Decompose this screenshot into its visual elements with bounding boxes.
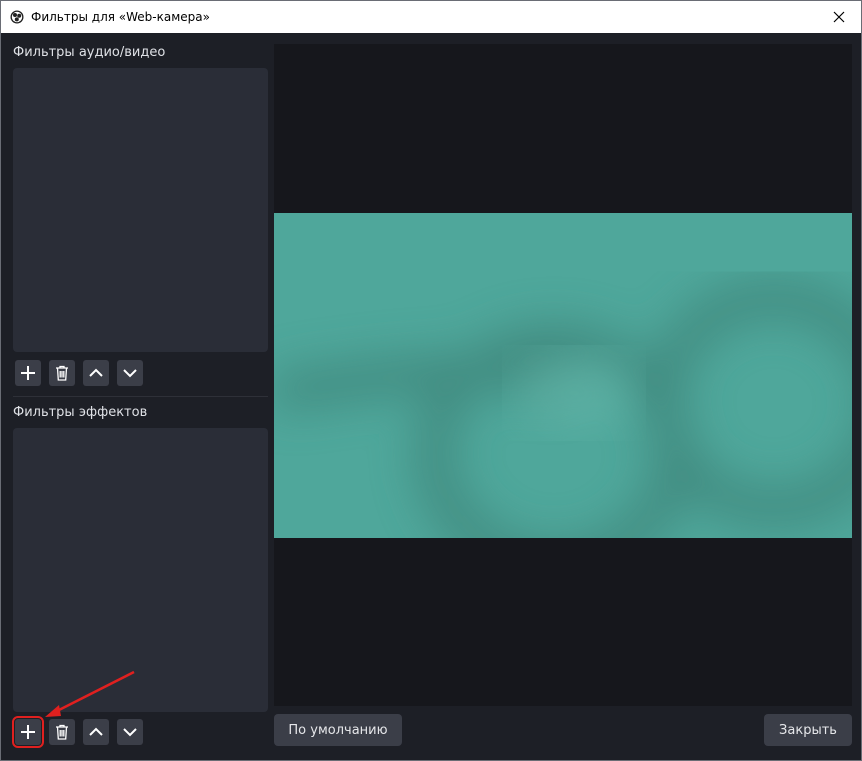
filters-dialog: Фильтры для «Web-камера» Фильтры аудио/в… [0, 0, 862, 761]
effect-filters-label: Фильтры эффектов [13, 405, 148, 420]
remove-audio-video-filter-button[interactable] [49, 360, 75, 386]
trash-icon [56, 724, 68, 740]
section-divider [13, 396, 268, 397]
chevron-up-icon [89, 368, 103, 377]
add-effect-filter-button[interactable] [12, 716, 44, 748]
move-up-effect-filter-button[interactable] [83, 719, 109, 745]
window-title: Фильтры для «Web-камера» [31, 10, 210, 24]
close-window-button[interactable] [817, 1, 861, 33]
add-audio-video-filter-button[interactable] [15, 360, 41, 386]
close-icon [833, 11, 845, 23]
add-icon [21, 725, 35, 739]
move-down-effect-filter-button[interactable] [117, 719, 143, 745]
audio-video-filters-list[interactable] [13, 68, 268, 352]
move-down-audio-video-filter-button[interactable] [117, 360, 143, 386]
effect-filters-toolbar [12, 716, 143, 748]
audio-video-filters-label: Фильтры аудио/видео [13, 45, 166, 60]
chevron-up-icon [89, 727, 103, 736]
camera-feed-image [274, 213, 852, 582]
defaults-button[interactable]: По умолчанию [274, 714, 402, 746]
close-button[interactable]: Закрыть [764, 714, 852, 746]
add-icon [21, 366, 35, 380]
obs-logo-icon [10, 10, 24, 24]
trash-icon [56, 365, 68, 381]
title-bar: Фильтры для «Web-камера» [1, 1, 861, 33]
chevron-down-icon [123, 369, 137, 378]
audio-video-filters-toolbar [15, 360, 143, 386]
camera-preview [274, 213, 852, 582]
move-up-audio-video-filter-button[interactable] [83, 360, 109, 386]
effect-filters-list[interactable] [13, 428, 268, 712]
preview-area [274, 44, 852, 706]
chevron-down-icon [123, 728, 137, 737]
remove-effect-filter-button[interactable] [49, 719, 75, 745]
